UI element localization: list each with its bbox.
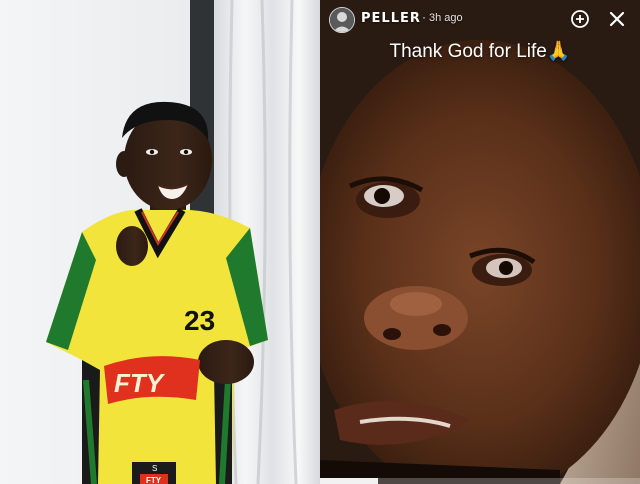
- close-icon: [609, 11, 625, 27]
- story-viewer: PELLER · 3h ago Thank God for Life🙏: [320, 0, 640, 484]
- profile-avatar[interactable]: [329, 7, 355, 33]
- story-caption: Thank God for Life🙏: [389, 41, 571, 62]
- story-progress-bar: [320, 478, 640, 484]
- story-progress-fill: [320, 478, 378, 484]
- portrait-illustration: 23 FTY FTY S: [0, 0, 320, 484]
- story-photo: [320, 0, 640, 484]
- badge-text: FTY: [146, 476, 162, 484]
- story-timestamp: 3h ago: [429, 12, 463, 24]
- sponsor-logo-text: FTY: [114, 368, 166, 398]
- separator-dot: ·: [422, 10, 426, 24]
- story-username[interactable]: PELLER: [361, 11, 421, 26]
- jersey-number: 23: [184, 305, 215, 336]
- avatar-icon: [330, 8, 354, 32]
- side-by-side-composite: 23 FTY FTY S PELLER · 3h ago Thank God f…: [0, 0, 640, 484]
- story-header: PELLER · 3h ago: [320, 0, 640, 38]
- close-button[interactable]: [606, 8, 628, 30]
- add-story-icon: [571, 10, 589, 28]
- left-portrait-photo: 23 FTY FTY S: [0, 0, 320, 484]
- size-tag: S: [152, 464, 157, 473]
- add-story-button[interactable]: [570, 9, 590, 29]
